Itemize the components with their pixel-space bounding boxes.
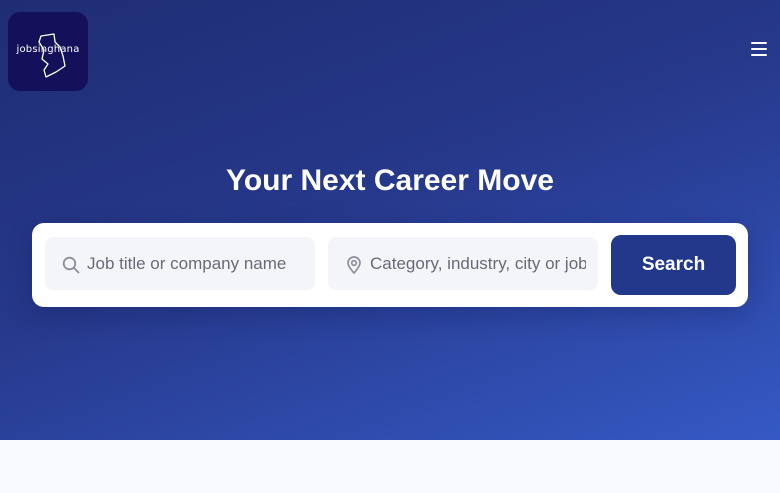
search-icon (62, 256, 80, 274)
brand-logo[interactable]: jobsinghana (8, 12, 88, 91)
job-search-field (45, 237, 315, 290)
location-pin-icon (347, 256, 361, 274)
job-search-input[interactable] (87, 237, 303, 290)
page-title: Your Next Career Move (226, 164, 554, 197)
search-form: Search (32, 223, 748, 307)
menu-bar (751, 54, 767, 56)
hero-section: jobsinghana Your Next Career Move Search (0, 0, 780, 440)
hamburger-menu-icon[interactable] (749, 40, 771, 58)
brand-logo-text: jobsinghana (16, 44, 80, 55)
menu-bar (751, 48, 767, 50)
content-area (0, 440, 780, 493)
menu-bar (751, 42, 767, 44)
location-search-input[interactable] (370, 237, 586, 290)
location-search-field (328, 237, 598, 290)
search-button[interactable]: Search (611, 235, 736, 295)
